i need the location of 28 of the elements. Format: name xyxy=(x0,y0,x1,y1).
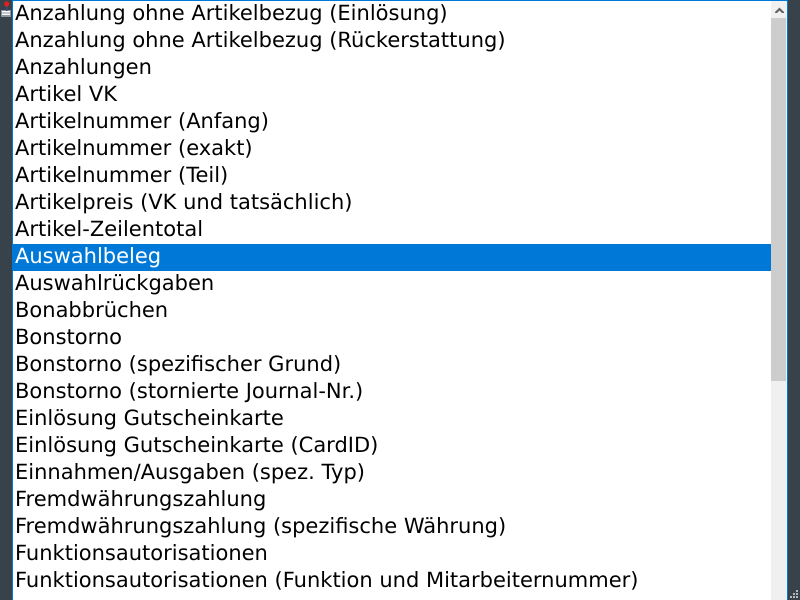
list-item[interactable]: Artikelpreis (VK und tatsächlich) xyxy=(13,190,771,217)
list-item[interactable]: Artikel VK xyxy=(13,82,771,109)
list-item[interactable]: Fremdwährungszahlung xyxy=(13,487,771,514)
list-item[interactable]: Einnahmen/Ausgaben (spez. Typ) xyxy=(13,460,771,487)
list-item[interactable]: Anzahlung ohne Artikelbezug (Einlösung) xyxy=(13,1,771,28)
list-item[interactable]: Bonabbrüchen xyxy=(13,298,771,325)
list-item[interactable]: Artikelnummer (Anfang) xyxy=(13,109,771,136)
app-icon xyxy=(0,1,12,18)
list-item[interactable]: Artikelnummer (Teil) xyxy=(13,163,771,190)
scrollbar-track[interactable] xyxy=(771,1,787,600)
list-item[interactable]: Auswahlbeleg xyxy=(13,244,771,271)
list-item[interactable]: Anzahlung ohne Artikelbezug (Rückerstattung) xyxy=(13,28,771,55)
list-item[interactable]: Bonstorno xyxy=(13,325,771,352)
dropdown-list[interactable] xyxy=(12,0,788,600)
scrollbar-thumb[interactable] xyxy=(771,18,786,381)
list-item[interactable]: Bonstorno (stornierte Journal-Nr.) xyxy=(13,379,771,406)
list-item[interactable]: Funktionsautorisationen xyxy=(13,541,771,568)
list-item[interactable]: Einlösung Gutscheinkarte (CardID) xyxy=(13,433,771,460)
resize-grip-icon xyxy=(790,590,798,598)
list-item[interactable]: Artikelnummer (exakt) xyxy=(13,136,771,163)
list-item[interactable]: Bonstorno (spezifischer Grund) xyxy=(13,352,771,379)
list-item[interactable]: Fremdwährungszahlung (spezifische Währung) xyxy=(13,514,771,541)
list-item[interactable]: Einlösung Gutscheinkarte xyxy=(13,406,771,433)
caret-up-icon xyxy=(774,6,784,12)
list-item[interactable]: Artikel-Zeilentotal xyxy=(13,217,771,244)
list-item[interactable]: Funktionsautorisationen (Funktion und Mitarbeiternummer) xyxy=(13,568,771,595)
list-item[interactable]: Auswahlrückgaben xyxy=(13,271,771,298)
list-item[interactable]: Anzahlungen xyxy=(13,55,771,82)
